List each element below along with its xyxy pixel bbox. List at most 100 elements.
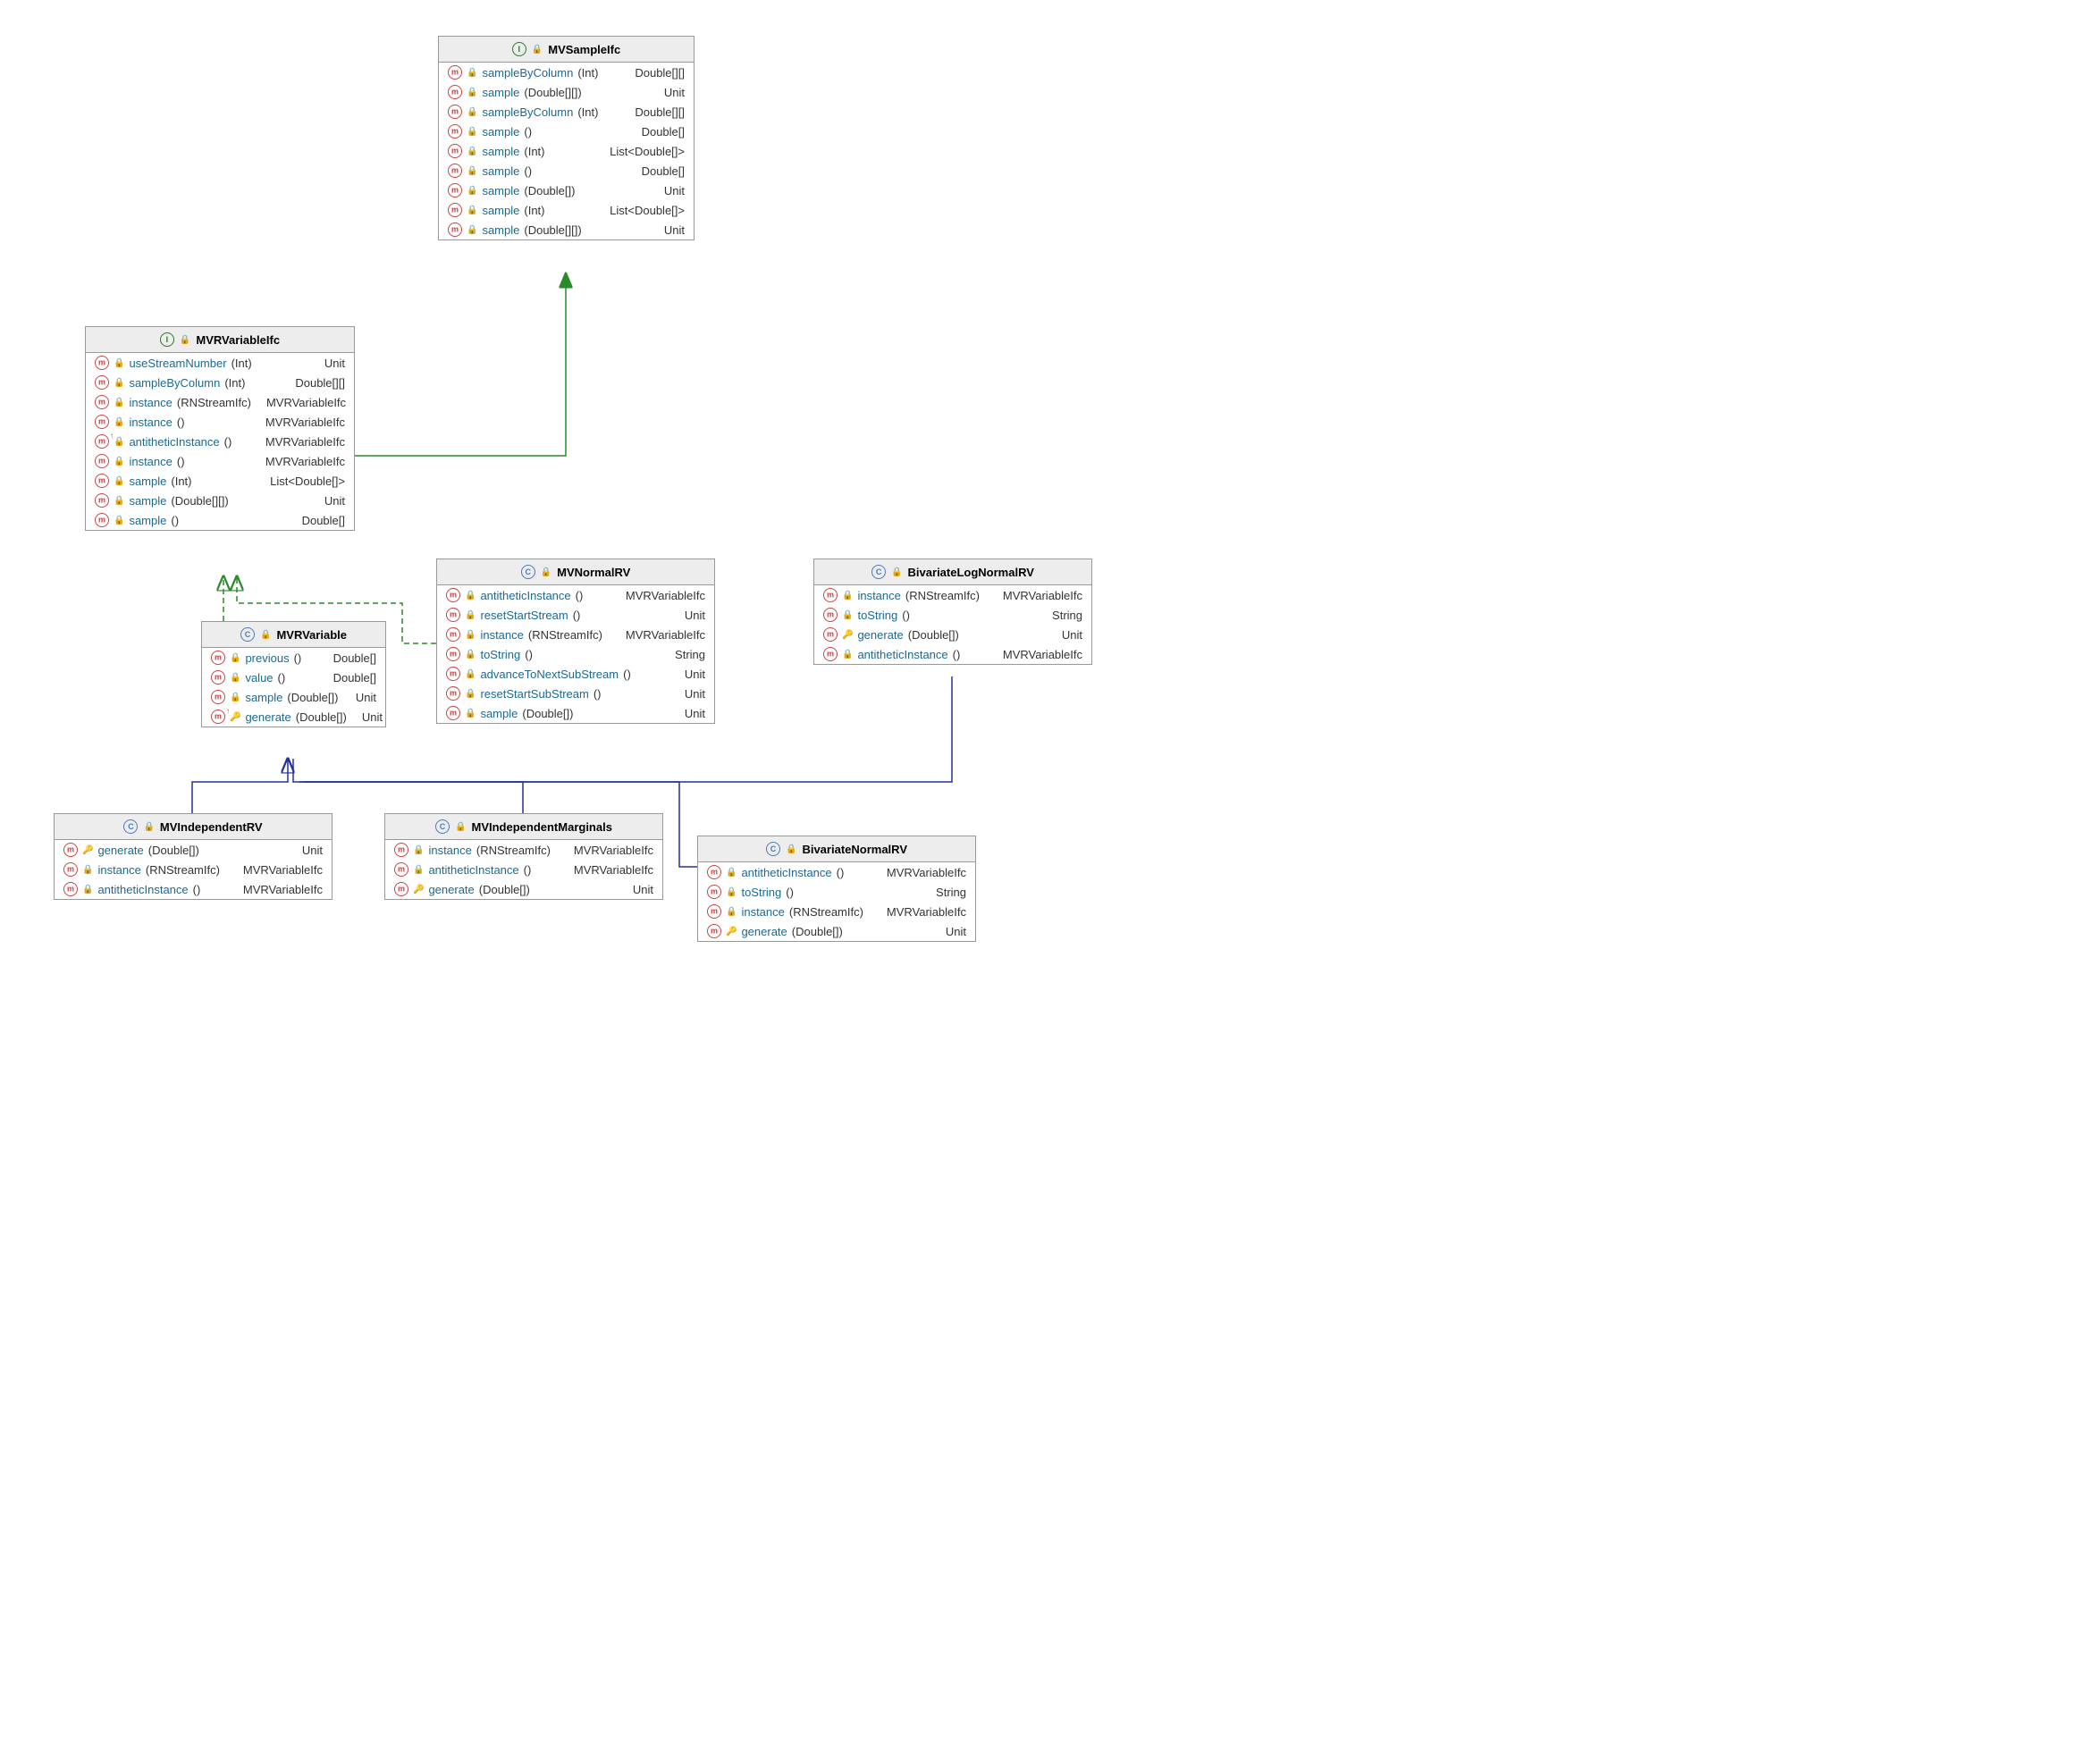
uml-row[interactable]: 🔒sample(Double[][])Unit [439, 220, 694, 239]
uml-row[interactable]: 🔒useStreamNumber(Int)Unit [86, 353, 354, 373]
method-icon [95, 493, 109, 508]
uml-box-mvIndependentRV[interactable]: 🔒MVIndependentRV🔑generate(Double[])Unit🔒… [54, 813, 333, 900]
method-params: () [177, 455, 185, 468]
uml-row[interactable]: 🔒resetStartSubStream()Unit [437, 684, 714, 703]
uml-row[interactable]: 🔒sample(Int)List<Double[]> [86, 471, 354, 491]
uml-header: 🔒BivariateNormalRV [698, 836, 975, 862]
lock-icon: 🔒 [114, 457, 124, 466]
lock-icon: 🔒 [114, 378, 124, 388]
uml-row[interactable]: 🔒sample(Int)List<Double[]> [439, 141, 694, 161]
uml-row[interactable]: 🔒sample(Double[][])Unit [86, 491, 354, 510]
uml-row[interactable]: 🔒sample(Int)List<Double[]> [439, 200, 694, 220]
method-name: instance [428, 844, 471, 857]
method-icon [823, 588, 838, 602]
uml-box-mvrVariableIfc[interactable]: 🔒MVRVariableIfc🔒useStreamNumber(Int)Unit… [85, 326, 355, 531]
uml-row[interactable]: 🔑generate(Double[])Unit [814, 625, 1091, 644]
method-icon [211, 690, 225, 704]
return-type: MVRVariableIfc [232, 883, 323, 896]
uml-row[interactable]: 🔒sampleByColumn(Int)Double[][] [439, 102, 694, 122]
method-params: (Int) [524, 204, 544, 217]
lock-icon: 🔒 [114, 417, 124, 427]
key-icon: 🔑 [82, 845, 93, 855]
return-type: MVRVariableIfc [615, 589, 705, 602]
lock-icon: 🔒 [114, 358, 124, 368]
uml-row[interactable]: 🔒toString()String [814, 605, 1091, 625]
uml-row[interactable]: 🔒sampleByColumn(Int)Double[][] [86, 373, 354, 392]
uml-box-mvSampleIfc[interactable]: 🔒 MVSampleIfc 🔒sampleByColumn(Int)Double[]… [438, 36, 695, 240]
class-title: MVIndependentRV [160, 820, 263, 834]
method-name: sample [482, 223, 519, 237]
method-params: () [524, 125, 532, 139]
lock-icon: 🔒 [465, 669, 476, 679]
lock-icon: 🔒 [726, 907, 737, 917]
uml-row[interactable]: 🔒sampleByColumn(Int)Double[][] [439, 63, 694, 82]
lock-icon: 🔒 [467, 107, 477, 117]
lock-icon: 🔒 [465, 591, 476, 601]
uml-row[interactable]: 🔒antitheticInstance()MVRVariableIfc [55, 879, 332, 899]
class-title: MVSampleIfc [548, 43, 620, 56]
uml-row[interactable]: 🔒value()Double[] [202, 668, 385, 687]
return-type: Unit [622, 883, 653, 896]
return-type: Unit [291, 844, 323, 857]
uml-row[interactable]: 🔒sample(Double[])Unit [437, 703, 714, 723]
uml-row[interactable]: 🔒antitheticInstance()MVRVariableIfc [437, 585, 714, 605]
method-name: sample [480, 707, 518, 720]
return-type: Unit [314, 494, 345, 508]
uml-row[interactable]: 🔒previous()Double[] [202, 648, 385, 668]
uml-row[interactable]: 🔒instance(RNStreamIfc)MVRVariableIfc [55, 860, 332, 879]
key-icon: 🔑 [230, 712, 240, 722]
lock-icon: 🔒 [465, 650, 476, 659]
uml-body: 🔒instance(RNStreamIfc)MVRVariableIfc🔒toS… [814, 585, 1091, 664]
return-type: Unit [1051, 628, 1082, 642]
uml-row[interactable]: 🔒instance(RNStreamIfc)MVRVariableIfc [698, 902, 975, 921]
method-params: () [224, 435, 232, 449]
uml-box-mvIndependentMarginals[interactable]: 🔒MVIndependentMarginals🔒instance(RNStrea… [384, 813, 663, 900]
uml-row[interactable]: 🔒toString()String [437, 644, 714, 664]
uml-row[interactable]: 🔒sample(Double[])Unit [202, 687, 385, 707]
lock-icon: 🔒 [541, 567, 551, 577]
uml-row[interactable]: 🔒antitheticInstance()MVRVariableIfc [814, 644, 1091, 664]
uml-row[interactable]: 🔒instance(RNStreamIfc)MVRVariableIfc [437, 625, 714, 644]
lock-icon: 🔒 [413, 865, 424, 875]
class-title: MVNormalRV [557, 566, 630, 579]
interface-icon [512, 42, 526, 56]
uml-row[interactable]: 🔑generate(Double[])Unit [55, 840, 332, 860]
uml-row[interactable]: 🔒sample()Double[] [86, 510, 354, 530]
method-icon [95, 375, 109, 390]
uml-row[interactable]: 🔒antitheticInstance()MVRVariableIfc [698, 862, 975, 882]
uml-row[interactable]: 🔒sample(Double[][])Unit [439, 82, 694, 102]
uml-row[interactable]: 🔒instance(RNStreamIfc)MVRVariableIfc [385, 840, 662, 860]
uml-row[interactable]: 🔒sample(Double[])Unit [439, 181, 694, 200]
uml-header: 🔒 MVNormalRV [437, 559, 714, 585]
uml-row[interactable]: 🔒instance()MVRVariableIfc [86, 412, 354, 432]
return-type: Unit [935, 925, 966, 938]
method-name: sampleByColumn [482, 66, 573, 80]
method-name: sample [129, 494, 166, 508]
lock-icon: 🔒 [467, 127, 477, 137]
uml-row[interactable]: 🔒resetStartStream()Unit [437, 605, 714, 625]
uml-body: 🔒antitheticInstance()MVRVariableIfc🔒rese… [437, 585, 714, 723]
uml-row[interactable]: 🔒instance()MVRVariableIfc [86, 451, 354, 471]
method-name: sampleByColumn [482, 105, 573, 119]
uml-row[interactable]: 🔑generate(Double[])Unit [385, 879, 662, 899]
uml-box-mvrVariable[interactable]: 🔒MVRVariable🔒previous()Double[]🔒value()D… [201, 621, 386, 727]
uml-row[interactable]: 🔒instance(RNStreamIfc)MVRVariableIfc [814, 585, 1091, 605]
method-name: sample [482, 125, 519, 139]
uml-box-mvNormalRV[interactable]: 🔒 MVNormalRV 🔒antitheticInstance()MVRVaria… [436, 559, 715, 724]
uml-row[interactable]: 🔑generate(Double[])Unit [698, 921, 975, 941]
uml-row[interactable]: 🔒toString()String [698, 882, 975, 902]
uml-row[interactable]: 🔒sample()Double[] [439, 161, 694, 181]
class-title: MVRVariable [276, 628, 347, 642]
uml-box-bivariateLogNormalRV[interactable]: 🔒BivariateLogNormalRV🔒instance(RNStreamI… [813, 559, 1092, 665]
uml-row[interactable]: 🔑generate(Double[])Unit [202, 707, 385, 727]
method-icon [95, 395, 109, 409]
uml-row[interactable]: 🔒instance(RNStreamIfc)MVRVariableIfc [86, 392, 354, 412]
uml-row[interactable]: 🔒advanceToNextSubStream()Unit [437, 664, 714, 684]
method-icon [63, 843, 78, 857]
uml-box-bivariateNormalRV[interactable]: 🔒BivariateNormalRV🔒antitheticInstance()M… [697, 836, 976, 942]
uml-row[interactable]: 🔒antitheticInstance()MVRVariableIfc [385, 860, 662, 879]
uml-row[interactable]: 🔒sample()Double[] [439, 122, 694, 141]
method-name: instance [741, 905, 784, 919]
uml-row[interactable]: 🔒antitheticInstance()MVRVariableIfc [86, 432, 354, 451]
method-icon [448, 164, 462, 178]
